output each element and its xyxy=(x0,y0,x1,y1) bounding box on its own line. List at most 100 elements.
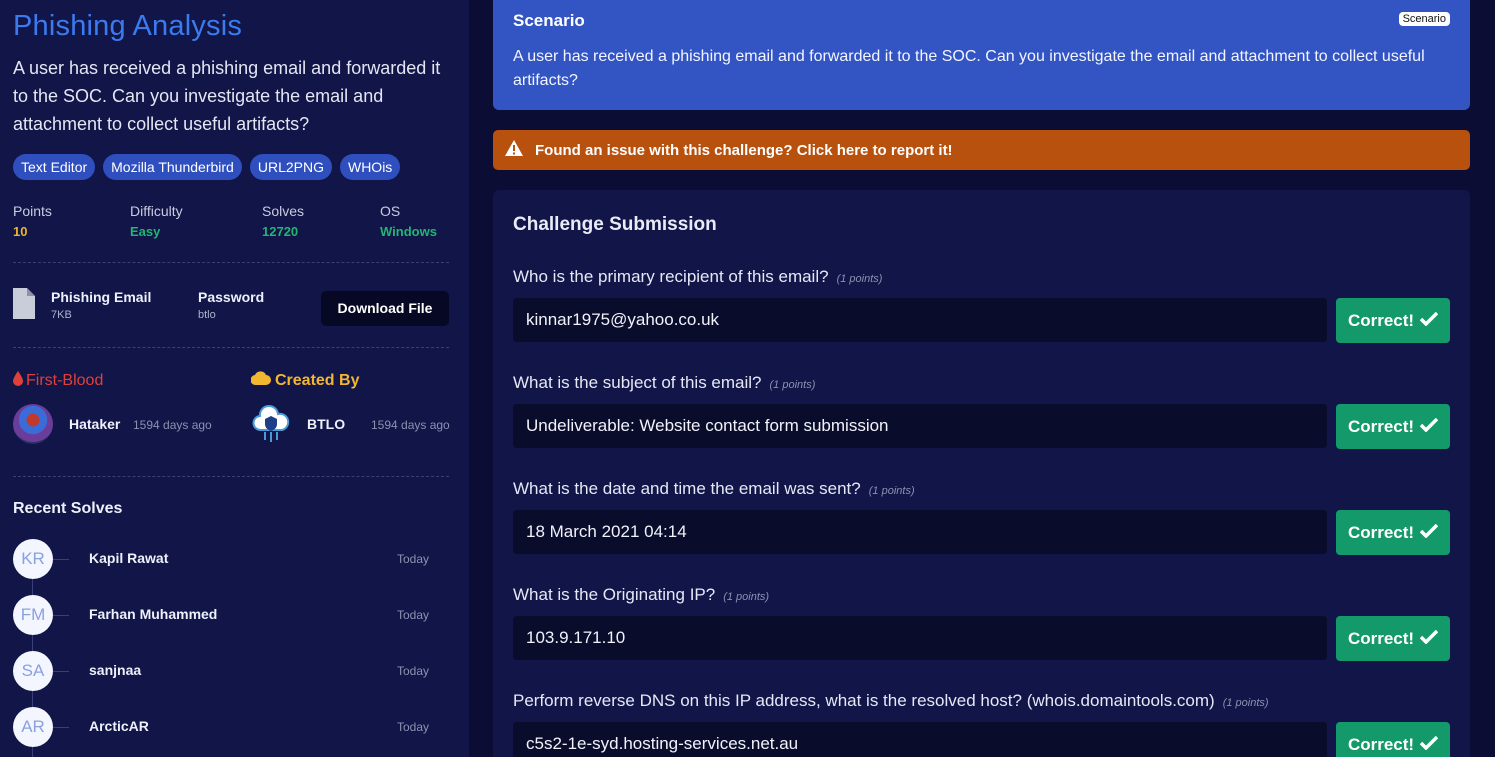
correct-button[interactable]: Correct! xyxy=(1336,722,1450,757)
scenario-title: Scenario xyxy=(513,11,585,30)
first-blood-user[interactable]: Hataker xyxy=(69,416,120,432)
challenge-title: Phishing Analysis xyxy=(13,10,243,42)
creator-avatar[interactable] xyxy=(251,404,291,444)
question-points: (1 points) xyxy=(836,273,883,285)
download-file-button[interactable]: Download File xyxy=(321,291,449,326)
submission-title: Challenge Submission xyxy=(513,214,717,235)
correct-label: Correct! xyxy=(1347,310,1415,330)
correct-button[interactable]: Correct! xyxy=(1336,404,1450,449)
avatar: SA xyxy=(13,651,53,691)
avatar: KR xyxy=(13,539,53,579)
tag-url2png[interactable]: URL2PNG xyxy=(249,154,332,180)
answer-input[interactable] xyxy=(513,616,1327,660)
question-points: (1 points) xyxy=(1222,697,1269,709)
answer-input[interactable] xyxy=(513,722,1327,757)
correct-label: Correct! xyxy=(1347,416,1415,436)
created-by-heading: Created By xyxy=(250,371,360,390)
check-icon xyxy=(1419,629,1439,649)
tool-tags: Text Editor Mozilla Thunderbird URL2PNG … xyxy=(13,154,401,180)
solve-time: Today xyxy=(397,608,430,622)
timeline-tick xyxy=(53,559,69,560)
list-item[interactable]: KR Kapil Rawat Today xyxy=(13,539,453,579)
tag-text-editor[interactable]: Text Editor xyxy=(13,154,96,180)
stat-os: OS Windows xyxy=(380,203,437,239)
timeline-tick xyxy=(53,671,69,672)
creator-time: 1594 days ago xyxy=(371,418,450,432)
solver-name[interactable]: Kapil Rawat xyxy=(89,550,168,566)
stat-label: Points xyxy=(13,203,52,219)
answer-input[interactable] xyxy=(513,298,1327,342)
list-item[interactable]: SA sanjnaa Today xyxy=(13,651,453,691)
recent-solves-heading: Recent Solves xyxy=(13,500,123,517)
creator-user[interactable]: BTLO xyxy=(307,416,345,432)
timeline-tick xyxy=(53,615,69,616)
question-points: (1 points) xyxy=(868,485,915,497)
question-label: What is the date and time the email was … xyxy=(513,479,915,499)
correct-button[interactable]: Correct! xyxy=(1336,298,1450,343)
question-label: Perform reverse DNS on this IP address, … xyxy=(513,691,1269,711)
correct-label: Correct! xyxy=(1347,522,1415,542)
first-blood-time: 1594 days ago xyxy=(133,418,212,432)
list-item[interactable]: AR ArcticAR Today xyxy=(13,707,453,747)
scenario-card: Scenario Scenario A user has received a … xyxy=(493,0,1470,110)
tag-mozilla-thunderbird[interactable]: Mozilla Thunderbird xyxy=(103,154,242,180)
divider xyxy=(13,262,449,263)
avatar: FM xyxy=(13,595,53,635)
stat-value: 12720 xyxy=(262,224,299,239)
blood-drop-icon xyxy=(13,371,23,391)
solver-name[interactable]: ArcticAR xyxy=(89,718,149,734)
first-blood-heading: First-Blood xyxy=(13,371,103,391)
scenario-text: A user has received a phishing email and… xyxy=(513,48,1425,89)
report-issue-banner[interactable]: Found an issue with this challenge? Clic… xyxy=(493,130,1470,170)
answer-input[interactable] xyxy=(513,404,1327,448)
check-icon xyxy=(1419,311,1439,331)
solver-name[interactable]: Farhan Muhammed xyxy=(89,606,217,622)
report-issue-link[interactable]: Found an issue with this challenge? Clic… xyxy=(535,142,953,159)
stat-points: Points 10 xyxy=(13,203,52,239)
file-icon xyxy=(13,288,35,324)
check-icon xyxy=(1419,417,1439,437)
check-icon xyxy=(1419,735,1439,755)
stat-value: 10 xyxy=(13,224,28,239)
question-points: (1 points) xyxy=(769,379,816,391)
check-icon xyxy=(1419,523,1439,543)
challenge-sidebar: Phishing Analysis A user has received a … xyxy=(0,0,469,757)
challenge-submission-panel: Challenge Submission Who is the primary … xyxy=(493,190,1470,757)
cloud-icon xyxy=(250,371,271,390)
solver-name[interactable]: sanjnaa xyxy=(89,662,141,678)
question-points: (1 points) xyxy=(723,591,770,603)
avatar: AR xyxy=(13,707,53,747)
first-blood-label: First-Blood xyxy=(26,372,104,389)
question-label: What is the Originating IP? (1 points) xyxy=(513,585,769,605)
stat-difficulty: Difficulty Easy xyxy=(130,203,183,239)
tag-whois[interactable]: WHOis xyxy=(339,154,401,180)
correct-button[interactable]: Correct! xyxy=(1336,510,1450,555)
stat-value: Windows xyxy=(380,224,437,239)
question-text: What is the date and time the email was … xyxy=(513,479,861,498)
question-label: What is the subject of this email? (1 poi… xyxy=(513,373,815,393)
correct-button[interactable]: Correct! xyxy=(1336,616,1450,661)
question-text: What is the Originating IP? xyxy=(513,585,716,604)
challenge-stats: Points 10 Difficulty Easy Solves 12720 O… xyxy=(13,203,453,243)
file-size: 7KB xyxy=(51,309,72,321)
question-label: Who is the primary recipient of this ema… xyxy=(513,267,882,287)
challenge-description: A user has received a phishing email and… xyxy=(13,58,441,134)
question-text: Who is the primary recipient of this ema… xyxy=(513,267,829,286)
warning-icon xyxy=(505,140,523,160)
file-name: Phishing Email xyxy=(51,289,152,305)
list-item[interactable]: FM Farhan Muhammed Today xyxy=(13,595,453,635)
first-blood-avatar[interactable] xyxy=(13,404,53,444)
question-text: Perform reverse DNS on this IP address, … xyxy=(513,691,1215,710)
correct-label: Correct! xyxy=(1347,628,1415,648)
created-by-label: Created By xyxy=(275,371,360,389)
correct-label: Correct! xyxy=(1347,734,1415,754)
password-value: btlo xyxy=(198,309,216,321)
timeline-tick xyxy=(53,727,69,728)
solve-time: Today xyxy=(397,664,430,678)
answer-input[interactable] xyxy=(513,510,1327,554)
scenario-badge: Scenario xyxy=(1398,12,1450,26)
stat-value: Easy xyxy=(130,224,161,239)
divider xyxy=(13,476,449,477)
question-text: What is the subject of this email? xyxy=(513,373,762,392)
solve-time: Today xyxy=(397,552,430,566)
